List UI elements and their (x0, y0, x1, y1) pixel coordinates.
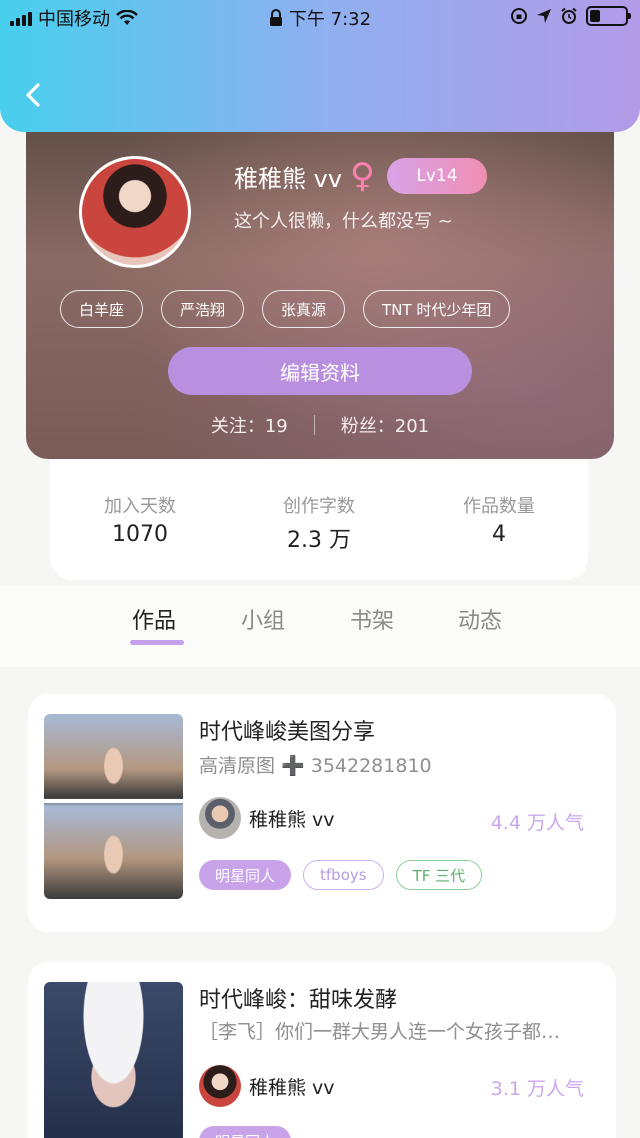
work-tag[interactable]: tfboys (303, 860, 384, 890)
status-right (510, 6, 631, 26)
work-subtitle: ［李飞］你们一群大男人连一个女孩子都… (199, 1021, 561, 1043)
level-badge: Lv14 (386, 158, 487, 194)
profile-tag[interactable]: 白羊座 (60, 290, 144, 328)
popularity-count: 3.1 万人气 (490, 1078, 584, 1100)
stat-value: 4 (492, 522, 506, 547)
divider (313, 415, 315, 435)
stat-label: 加入天数 (104, 496, 176, 517)
edit-profile-button[interactable]: 编辑资料 (168, 347, 472, 395)
profile-card: 稚稚熊 vv ♀ Lv14 这个人很懒，什么都没写 ~ 白羊座 严浩翔 张真源 … (26, 100, 614, 459)
status-bar: 中国移动 下午 7:32 (0, 0, 640, 34)
stat-word-count: 创作字数 2.3 万 (249, 492, 389, 554)
stat-value: 1070 (112, 522, 168, 547)
work-tag[interactable]: 明星同人 (199, 1126, 292, 1138)
stat-works-count: 作品数量 4 (429, 492, 569, 547)
alarm-icon (561, 7, 577, 24)
popularity-count: 4.4 万人气 (490, 812, 584, 834)
avatar[interactable] (79, 156, 191, 268)
profile-tag[interactable]: TNT 时代少年团 (363, 290, 511, 328)
female-icon: ♀ (350, 156, 375, 196)
work-cover-image[interactable] (44, 982, 183, 1138)
work-tag[interactable]: 明星同人 (199, 860, 292, 890)
tabs-bar: 作品 小组 书架 动态 (0, 585, 640, 667)
author-avatar (199, 797, 241, 839)
stat-join-days: 加入天数 1070 (70, 492, 210, 547)
tab-bookshelf[interactable]: 书架 (350, 603, 394, 635)
tab-activity[interactable]: 动态 (458, 603, 502, 635)
rotation-lock-icon (511, 8, 527, 24)
work-tags: 明星同人 tfboys TF 三代 (199, 860, 483, 890)
author-row[interactable]: 稚稚熊 vv (199, 797, 335, 839)
top-header: 中国移动 下午 7:32 (0, 0, 640, 132)
tab-groups[interactable]: 小组 (241, 603, 285, 635)
author-name: 稚稚熊 vv (249, 1076, 335, 1099)
username-row: 稚稚熊 vv ♀ Lv14 (234, 158, 487, 194)
stat-value: 2.3 万 (287, 528, 351, 553)
stat-label: 创作字数 (283, 496, 355, 517)
author-name: 稚稚熊 vv (249, 808, 335, 831)
author-row[interactable]: 稚稚熊 vv (199, 1065, 335, 1107)
author-avatar (199, 1065, 241, 1107)
username: 稚稚熊 vv (234, 164, 343, 193)
profile-tags: 白羊座 严浩翔 张真源 TNT 时代少年团 (60, 290, 511, 328)
followers-count[interactable]: 粉丝：201 (341, 412, 429, 438)
status-time: 下午 7:32 (288, 9, 372, 30)
back-button[interactable] (18, 80, 48, 110)
tab-works[interactable]: 作品 (132, 603, 176, 635)
chevron-left-icon (26, 83, 40, 107)
following-count[interactable]: 关注：19 (211, 412, 288, 438)
work-card[interactable]: 时代峰峻：甜味发酵 ［李飞］你们一群大男人连一个女孩子都… 稚稚熊 vv 3.1… (28, 962, 616, 1138)
stat-label: 作品数量 (463, 496, 535, 517)
lock-icon (269, 9, 282, 26)
work-tags: 明星同人 (199, 1126, 292, 1138)
profile-tag[interactable]: 严浩翔 (161, 290, 245, 328)
follow-stats: 关注：19 粉丝：201 (26, 412, 614, 438)
active-tab-indicator (130, 640, 184, 645)
work-cover-image[interactable] (44, 714, 183, 899)
bio-text: 这个人很懒，什么都没写 ~ (234, 211, 453, 232)
work-tag[interactable]: TF 三代 (395, 860, 483, 890)
location-icon (537, 9, 551, 23)
profile-tag[interactable]: 张真源 (262, 290, 346, 328)
battery-icon (586, 6, 631, 26)
work-title[interactable]: 时代峰峻：甜味发酵 (199, 982, 397, 1014)
stats-card: 加入天数 1070 创作字数 2.3 万 作品数量 4 (50, 440, 588, 580)
work-title[interactable]: 时代峰峻美图分享 (199, 714, 375, 746)
work-card[interactable]: 时代峰峻美图分享 高清原图 ➕ 3542281810 稚稚熊 vv 4.4 万人… (28, 694, 616, 932)
work-subtitle: 高清原图 ➕ 3542281810 (199, 755, 432, 777)
